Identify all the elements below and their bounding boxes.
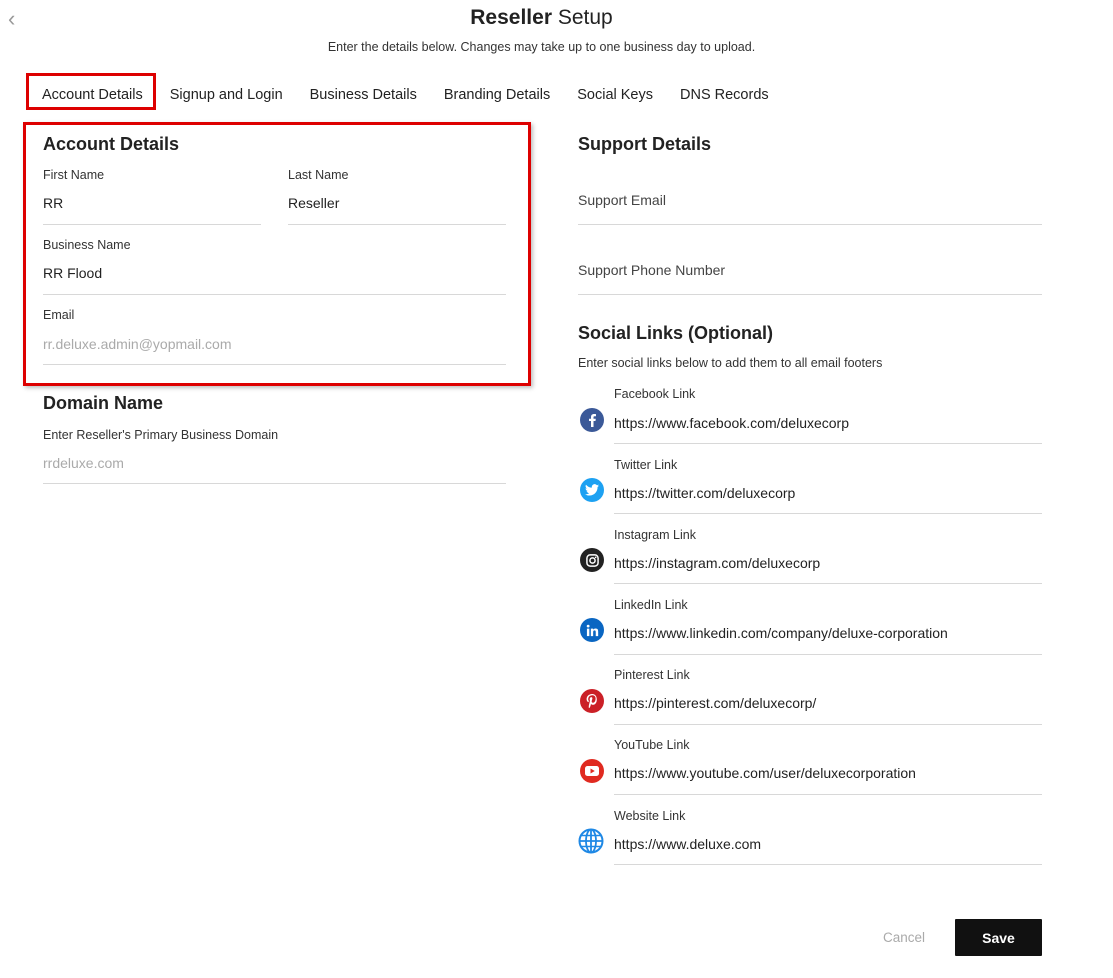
youtube-link-label: YouTube Link [614,738,690,752]
pinterest-link-underline [614,724,1042,725]
save-button[interactable]: Save [955,919,1042,956]
facebook-link-underline [614,443,1042,444]
domain-underline [43,483,506,484]
facebook-link-field[interactable]: https://www.facebook.com/deluxecorp [614,415,849,431]
first-name-underline [43,224,261,225]
website-link-underline [614,864,1042,865]
website-link-field[interactable]: https://www.deluxe.com [614,836,761,852]
linkedin-link-field[interactable]: https://www.linkedin.com/company/deluxe-… [614,625,948,641]
support-email-input[interactable]: Support Email [578,192,666,208]
youtube-icon [580,759,604,783]
linkedin-link-label: LinkedIn Link [614,598,688,612]
twitter-link-field[interactable]: https://twitter.com/deluxecorp [614,485,795,501]
support-details-heading: Support Details [578,134,712,154]
social-links-description: Enter social links below to add them to … [578,356,883,370]
youtube-link-field[interactable]: https://www.youtube.com/user/deluxecorpo… [614,765,916,781]
page-subtitle: Enter the details below. Changes may tak… [327,40,756,54]
instagram-icon [580,548,604,572]
first-name-label: First Name [43,168,105,182]
instagram-link-field[interactable]: https://instagram.com/deluxecorp [614,555,820,571]
twitter-link-label: Twitter Link [614,458,678,472]
business-name-underline [43,294,506,295]
youtube-link-underline [614,794,1042,795]
tab-social-keys[interactable]: Social Keys [577,83,653,107]
email-label: Email [43,308,75,322]
business-name-field[interactable]: RR Flood [43,265,102,281]
tab-signup-and-login[interactable]: Signup and Login [170,83,283,107]
social-links-heading: Social Links (Optional) [578,323,774,343]
support-phone-input[interactable]: Support Phone Number [578,262,725,278]
business-name-label: Business Name [43,238,131,252]
tab-branding-details[interactable]: Branding Details [444,83,550,107]
last-name-label: Last Name [288,168,349,182]
pinterest-icon [580,689,604,713]
account-details-heading: Account Details [43,134,180,154]
support-email-underline [578,224,1042,225]
page-title: Reseller Setup [470,6,613,29]
domain-name-heading: Domain Name [43,393,164,413]
facebook-link-label: Facebook Link [614,387,696,401]
email-underline [43,364,506,365]
facebook-icon [580,408,604,432]
linkedin-icon [580,618,604,642]
email-field[interactable]: rr.deluxe.admin@yopmail.com [43,336,232,352]
tab-dns-records[interactable]: DNS Records [680,83,769,107]
linkedin-link-underline [614,654,1042,655]
twitter-icon [580,478,604,502]
pinterest-link-label: Pinterest Link [614,668,690,682]
first-name-field[interactable]: RR [43,195,63,211]
globe-icon [578,828,604,854]
cancel-button[interactable]: Cancel [883,930,925,945]
instagram-link-label: Instagram Link [614,528,696,542]
support-phone-underline [578,294,1042,295]
pinterest-link-field[interactable]: https://pinterest.com/deluxecorp/ [614,695,816,711]
twitter-link-underline [614,513,1042,514]
tab-business-details[interactable]: Business Details [310,83,417,107]
last-name-underline [288,224,506,225]
domain-label: Enter Reseller's Primary Business Domain [43,428,279,442]
website-link-label: Website Link [614,809,686,823]
last-name-field[interactable]: Reseller [288,195,339,211]
instagram-link-underline [614,583,1042,584]
highlight-box-tab [26,73,156,110]
domain-field[interactable]: rrdeluxe.com [43,455,124,471]
